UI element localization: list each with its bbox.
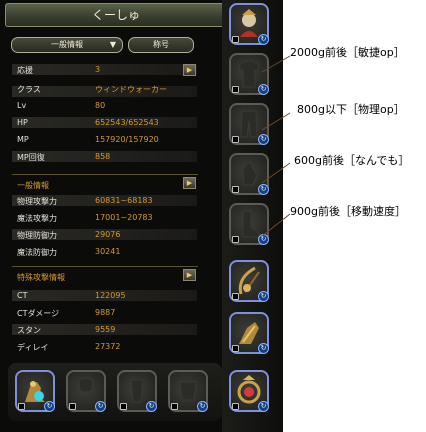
annotation-line-4 (261, 213, 291, 237)
annotation-note-2: 800g以下［物理op］ (297, 103, 405, 116)
annotation-line-2 (261, 112, 291, 131)
annotation-note-3: 600g前後［なんでも］ (294, 154, 410, 167)
annotation-note-1: 2000g前後［敏捷op］ (290, 46, 405, 59)
annotation-note-4: 900g前後［移動速度］ (290, 205, 406, 218)
annotation-line-3 (261, 162, 291, 184)
annotation-line-1 (261, 55, 291, 73)
